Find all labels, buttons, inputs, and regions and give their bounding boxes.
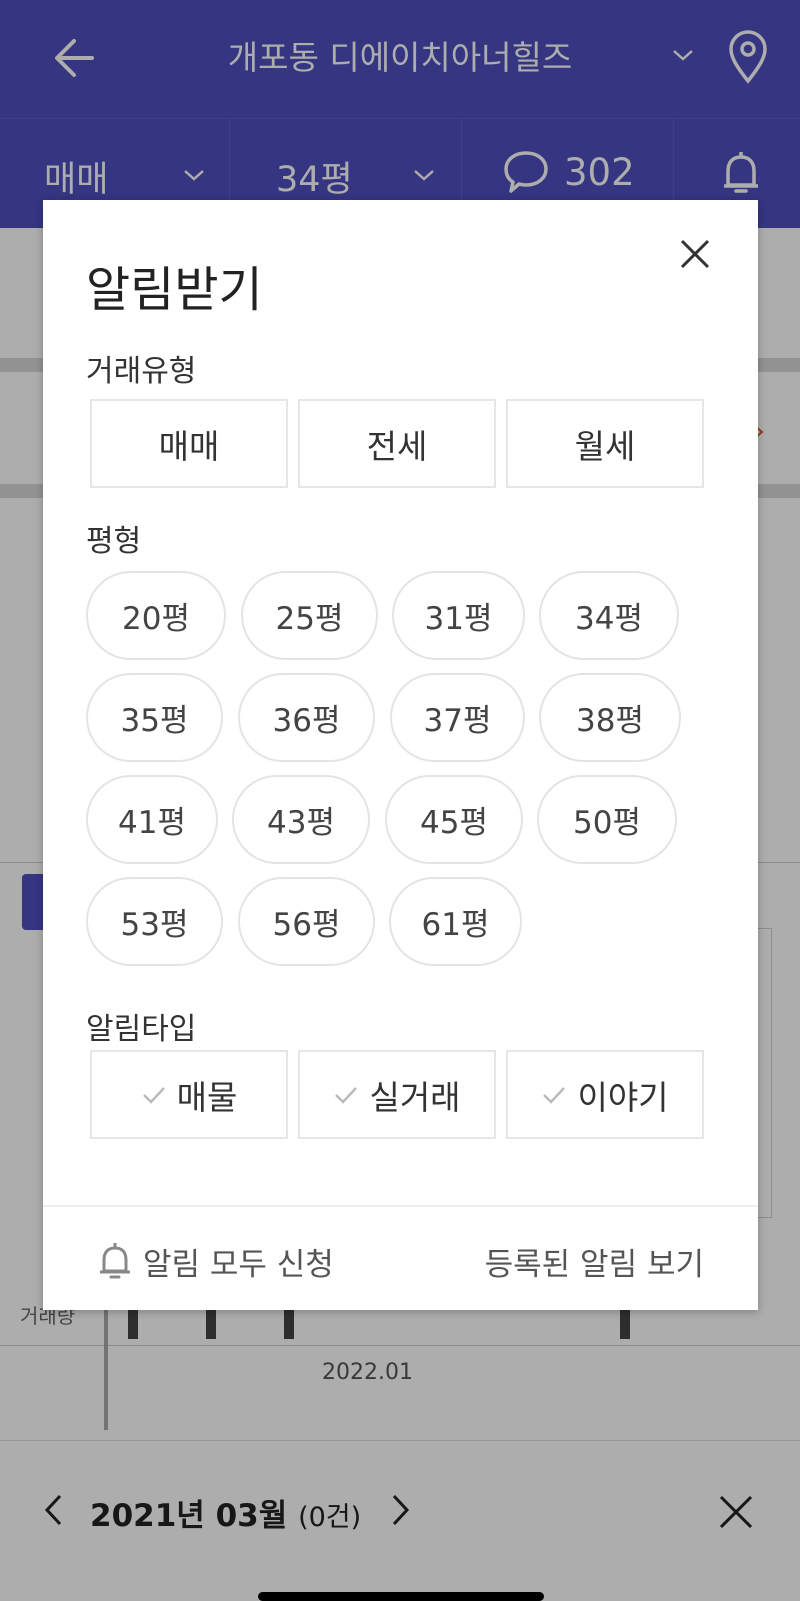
- alert-settings-dialog: 알림받기 거래유형 매매 전세 월세 평형 20평 25평 31평 34평 35…: [43, 200, 758, 1310]
- size-option[interactable]: 31평: [392, 571, 525, 660]
- size-option[interactable]: 43평: [232, 775, 370, 864]
- deal-type-option-sale[interactable]: 매매: [90, 399, 288, 488]
- deal-type-label: 거래유형: [86, 354, 197, 389]
- size-option[interactable]: 37평: [390, 673, 525, 762]
- check-icon: [335, 1086, 358, 1104]
- dialog-footer: 알림 모두 신청 등록된 알림 보기: [43, 1205, 758, 1310]
- check-icon: [142, 1086, 165, 1104]
- deal-type-option-jeonse[interactable]: 전세: [298, 399, 496, 488]
- size-option[interactable]: 36평: [238, 673, 375, 762]
- size-option[interactable]: 53평: [86, 877, 223, 966]
- size-option[interactable]: 34평: [539, 571, 679, 660]
- size-option[interactable]: 35평: [86, 673, 223, 762]
- size-option[interactable]: 20평: [86, 571, 226, 660]
- home-indicator: [258, 1592, 544, 1601]
- size-option[interactable]: 50평: [537, 775, 677, 864]
- apply-all-alerts-button[interactable]: 알림 모두 신청: [143, 1239, 334, 1284]
- close-icon[interactable]: [679, 238, 711, 270]
- deal-type-option-monthly[interactable]: 월세: [506, 399, 704, 488]
- size-option[interactable]: 61평: [389, 877, 522, 966]
- check-icon: [543, 1086, 566, 1104]
- size-option[interactable]: 45평: [385, 775, 523, 864]
- size-option[interactable]: 56평: [238, 877, 375, 966]
- alert-type-option-transaction[interactable]: 실거래: [298, 1050, 496, 1139]
- size-option[interactable]: 41평: [86, 775, 218, 864]
- alert-type-label: 알림타입: [86, 1012, 197, 1047]
- dialog-title: 알림받기: [86, 262, 263, 318]
- size-option[interactable]: 25평: [241, 571, 378, 660]
- alert-type-option-story[interactable]: 이야기: [506, 1050, 704, 1139]
- bell-icon: [100, 1243, 130, 1279]
- view-registered-alerts-button[interactable]: 등록된 알림 보기: [485, 1239, 704, 1284]
- size-label: 평형: [86, 524, 142, 559]
- alert-type-option-listing[interactable]: 매물: [90, 1050, 288, 1139]
- size-option[interactable]: 38평: [539, 673, 681, 762]
